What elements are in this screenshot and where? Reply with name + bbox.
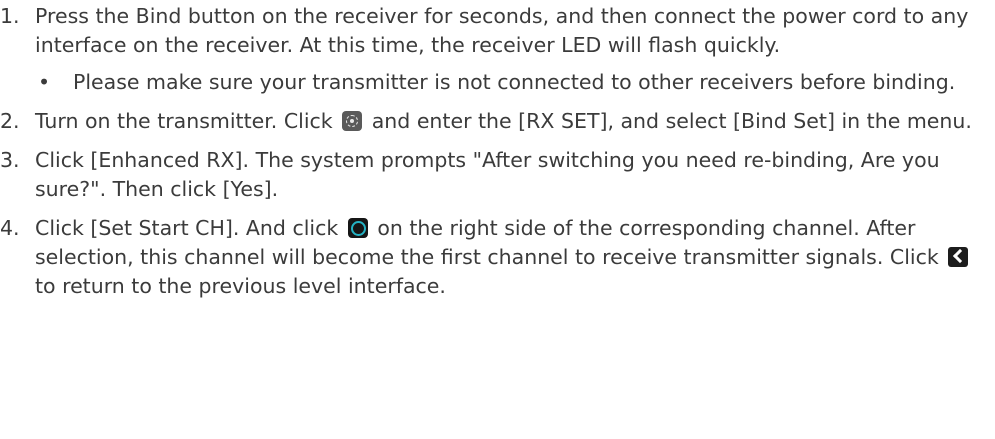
step-number: 3. [0, 148, 20, 172]
step-2: 2. Turn on the transmitter. Click and en… [0, 107, 995, 136]
bullet-symbol: • [38, 70, 51, 94]
step-number: 1. [0, 4, 20, 28]
back-icon [948, 247, 969, 267]
bullet-note: • Please make sure your transmitter is n… [0, 68, 995, 97]
step-4: 4. Click [Set Start CH]. And click on th… [0, 214, 995, 301]
step-text-after: and enter the [RX SET], and select [Bind… [371, 109, 972, 133]
step-3: 3. Click [Enhanced RX]. The system promp… [0, 146, 995, 204]
step-text: Press the Bind button on the receiver fo… [35, 4, 969, 57]
radio-icon [347, 218, 368, 238]
bullet-text: Please make sure your transmitter is not… [73, 70, 956, 94]
step-number: 4. [0, 216, 20, 240]
gear-icon [342, 111, 363, 131]
step-text-after: to return to the previous level interfac… [35, 274, 446, 298]
step-text: Click [Enhanced RX]. The system prompts … [35, 148, 940, 201]
instruction-list: 1. Press the Bind button on the receiver… [0, 2, 995, 311]
step-1: 1. Press the Bind button on the receiver… [0, 2, 995, 60]
step-number: 2. [0, 109, 20, 133]
step-text-before: Click [Set Start CH]. And click [35, 216, 339, 240]
step-text-before: Turn on the transmitter. Click [35, 109, 333, 133]
